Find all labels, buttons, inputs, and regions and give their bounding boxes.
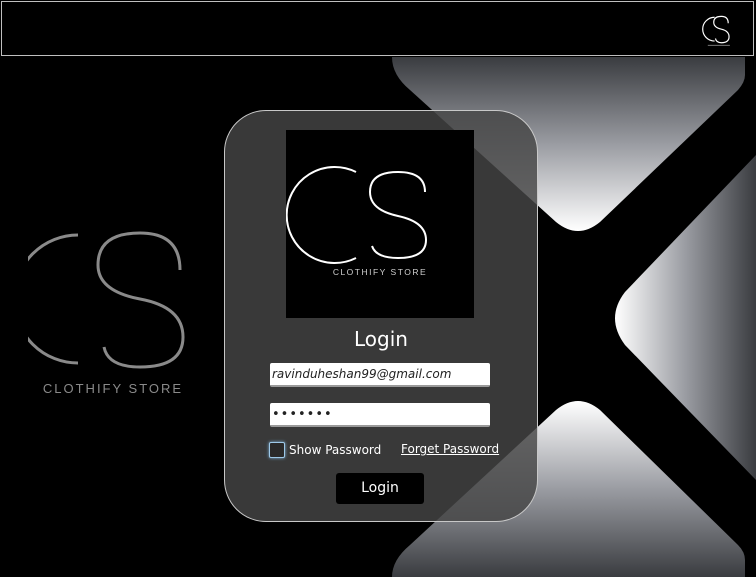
cs-logo-icon <box>702 15 730 46</box>
side-brand-logo: CLOTHIFY STORE <box>28 231 185 396</box>
login-button[interactable]: Login <box>336 473 424 504</box>
show-password-label[interactable]: Show Password <box>289 443 381 457</box>
top-bar <box>1 1 754 56</box>
brand-logo: CLOTHIFY STORE <box>285 130 474 318</box>
login-card: CLOTHIFY STORE Login Show Password Forge… <box>224 110 538 522</box>
password-field[interactable] <box>270 403 490 427</box>
email-field[interactable] <box>270 363 490 387</box>
logo-brand-text: CLOTHIFY STORE <box>333 267 427 277</box>
page-title: Login <box>354 327 408 351</box>
show-password-checkbox[interactable] <box>269 442 285 458</box>
forget-password-link[interactable]: Forget Password <box>401 442 499 456</box>
side-brand-text: CLOTHIFY STORE <box>43 381 183 396</box>
